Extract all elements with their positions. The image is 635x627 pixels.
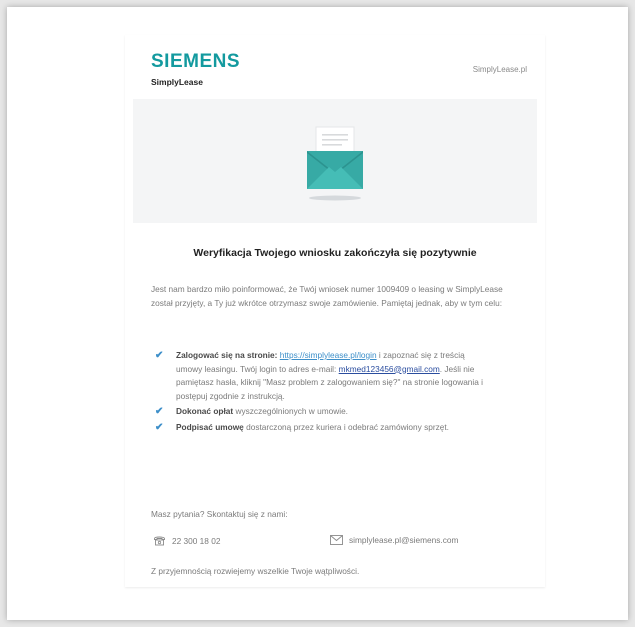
intro-paragraph: Jest nam bardzo miło poinformować, że Tw… [151,284,503,308]
email-container: SIEMENS SimplyLease SimplyLease.pl Weryf… [125,35,545,587]
step-login: ✔ Zalogować się na stronie: https://simp… [155,349,485,403]
step-sign-title: Podpisać umowę [176,421,244,432]
hero-banner [133,99,537,223]
step-payment-text: wyszczególnionych w umowie. [233,406,348,416]
phone-number: 22 300 18 02 [172,535,221,546]
step-login-title: Zalogować się na stronie: [176,350,278,360]
site-link[interactable]: SimplyLease.pl [473,65,527,74]
step-payment: ✔ Dokonać opłat wyszczególnionych w umow… [155,405,485,419]
envelope-icon [307,126,363,201]
step-sign-text: dostarczoną przez kuriera i odebrać zamó… [243,421,449,432]
mail-icon [330,535,343,545]
step-sign: ✔ Podpisać umowę dostarczoną przez kurie… [155,421,485,435]
email-header: SIEMENS SimplyLease SimplyLease.pl [125,35,545,97]
checkmark-icon: ✔ [155,350,164,361]
login-link[interactable]: https://simplylease.pl/login [280,350,377,360]
closing-text: Z przyjemnością rozwiejemy wszelkie Twoj… [151,566,360,576]
contact-email[interactable]: simplylease.pl@siemens.com [349,535,458,545]
product-name: SimplyLease [151,77,203,87]
email-title: Weryfikacja Twojego wniosku zakończyła s… [193,247,477,259]
page-frame: SIEMENS SimplyLease SimplyLease.pl Weryf… [7,7,628,620]
steps-list: ✔ Zalogować się na stronie: https://simp… [155,349,485,436]
phone-contact: 22 300 18 02 [153,535,220,546]
checkmark-icon: ✔ [155,406,164,417]
phone-icon [154,536,165,546]
step-payment-title: Dokonać opłat [176,406,234,416]
email-contact: simplylease.pl@siemens.com [330,535,458,545]
checkmark-icon: ✔ [155,421,164,433]
siemens-logo: SIEMENS [151,51,241,72]
user-email-link[interactable]: mkmed123456@gmail.com [339,364,440,374]
questions-text: Masz pytania? Skontaktuj się z nami: [151,509,288,519]
